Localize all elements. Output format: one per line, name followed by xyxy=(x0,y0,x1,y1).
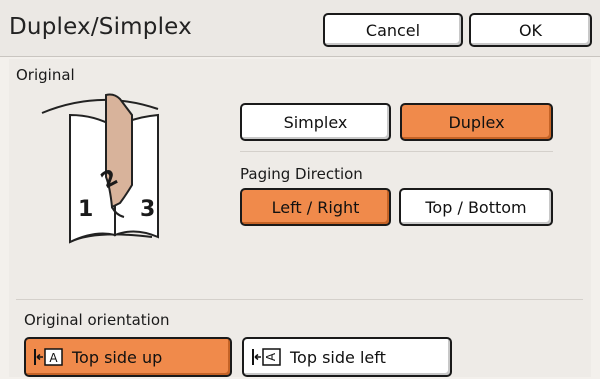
top-left-icon-letter: A xyxy=(264,352,278,361)
page-number-3: 3 xyxy=(140,197,156,222)
paging-direction-label: Paging Direction xyxy=(240,165,363,183)
original-label: Original xyxy=(16,66,75,84)
divider xyxy=(16,299,583,300)
simplex-button[interactable]: Simplex xyxy=(240,103,391,141)
duplex-button[interactable]: Duplex xyxy=(400,103,553,141)
page-number-1: 1 xyxy=(78,197,94,222)
top-side-left-icon: A xyxy=(252,348,282,366)
dialog-title: Duplex/Simplex xyxy=(9,14,192,40)
top-side-left-label: Top side left xyxy=(290,347,386,367)
divider xyxy=(240,151,553,152)
ok-button[interactable]: OK xyxy=(469,13,592,47)
top-bottom-button[interactable]: Top / Bottom xyxy=(399,188,553,226)
top-side-up-icon: A xyxy=(34,348,64,366)
cancel-button[interactable]: Cancel xyxy=(323,13,463,47)
top-side-left-button[interactable]: A Top side left xyxy=(242,337,452,377)
top-side-up-label: Top side up xyxy=(72,347,163,367)
top-up-icon-letter: A xyxy=(49,351,58,365)
original-orientation-label: Original orientation xyxy=(24,311,170,329)
left-right-button[interactable]: Left / Right xyxy=(240,188,391,226)
top-side-up-button[interactable]: A Top side up xyxy=(24,337,232,377)
